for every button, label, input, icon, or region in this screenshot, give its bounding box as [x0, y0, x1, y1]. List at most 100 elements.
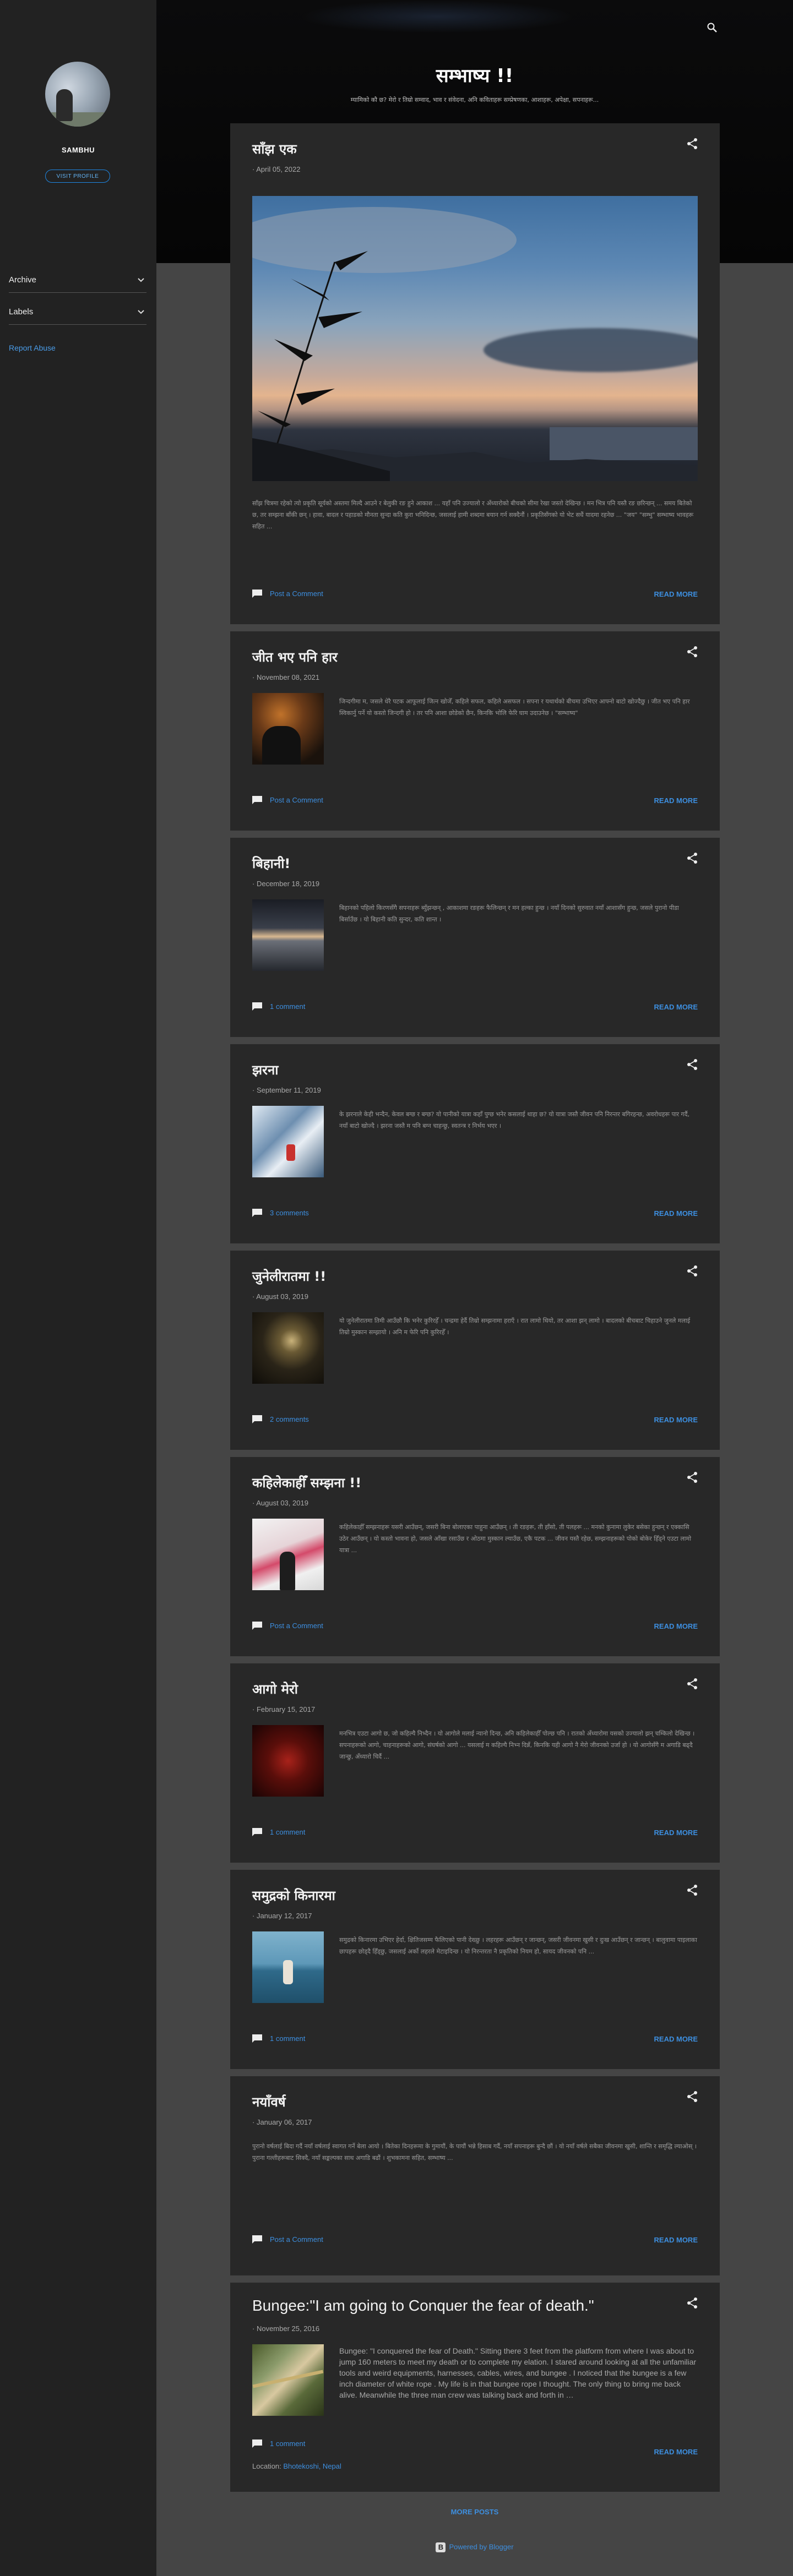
location-link[interactable]: Bhotekoshi, Nepal [283, 2462, 341, 2470]
read-more-link[interactable]: READ MORE [654, 1209, 698, 1218]
post-date[interactable]: · January 06, 2017 [252, 2118, 312, 2126]
location-label: Location: [252, 2462, 281, 2470]
comment-icon [252, 1002, 262, 1011]
comment-link[interactable]: 2 comments [252, 1415, 309, 1424]
comment-icon [252, 1415, 262, 1424]
read-more-link[interactable]: READ MORE [654, 1622, 698, 1630]
post-date[interactable]: · August 03, 2019 [252, 1292, 308, 1301]
post-date[interactable]: · April 05, 2022 [252, 165, 300, 173]
share-icon[interactable] [687, 138, 698, 150]
post-title[interactable]: झरना [252, 1061, 279, 1079]
archive-widget[interactable]: Archive [9, 269, 146, 293]
post-thumbnail[interactable] [252, 693, 324, 765]
read-more-link[interactable]: READ MORE [654, 1416, 698, 1424]
post-thumbnail[interactable] [252, 899, 324, 971]
chevron-down-icon[interactable] [137, 307, 145, 316]
share-icon[interactable] [687, 1265, 698, 1277]
post-title[interactable]: कहिलेकाहीँ सम्झना !! [252, 1473, 361, 1492]
post-snippet: बिहानको पहिलो किरणसँगै सपनाहरू ब्युँझन्छ… [339, 904, 679, 923]
post-card: झरना · September 11, 2019 के झरनाले केही… [230, 1044, 720, 1243]
comment-icon [252, 1828, 262, 1837]
post-snippet: के झरनाले केही भन्दैन, केवल बग्छ र बग्छ?… [339, 1111, 690, 1129]
post-thumbnail[interactable] [252, 1725, 324, 1797]
archive-label: Archive [9, 275, 37, 285]
post-thumbnail[interactable] [252, 2344, 324, 2416]
post-title[interactable]: समुद्रको किनारमा [252, 1886, 335, 1904]
read-more-link[interactable]: READ MORE [654, 2236, 698, 2244]
profile-avatar[interactable] [45, 62, 110, 127]
post-thumbnail[interactable] [252, 1106, 324, 1177]
comment-link[interactable]: 1 comment [252, 1827, 305, 1837]
post-thumbnail[interactable] [252, 1312, 324, 1384]
post-date[interactable]: · November 25, 2016 [252, 2324, 319, 2333]
blogger-icon: B [436, 2542, 446, 2552]
post-title[interactable]: आगो मेरो [252, 1680, 298, 1698]
post-card: जीत भए पनि हार · November 08, 2021 जिन्द… [230, 631, 720, 831]
read-more-link[interactable]: READ MORE [654, 1003, 698, 1011]
report-abuse-link[interactable]: Report Abuse [9, 343, 56, 352]
search-icon[interactable] [707, 22, 718, 33]
blog-title[interactable]: सम्भाष्य !! [156, 62, 793, 88]
chevron-down-icon[interactable] [137, 275, 145, 284]
read-more-link[interactable]: READ MORE [654, 2448, 698, 2456]
more-posts-link[interactable]: MORE POSTS [156, 2508, 793, 2516]
comment-link[interactable]: 1 comment [252, 1002, 305, 1011]
post-thumbnail[interactable] [252, 1519, 324, 1590]
post-title[interactable]: नयाँवर्ष [252, 2093, 286, 2111]
post-title[interactable]: साँझ एक [252, 140, 297, 158]
post-snippet: पुरानो वर्षलाई बिदा गर्दै नयाँ वर्षलाई स… [252, 2143, 697, 2162]
share-icon[interactable] [687, 1471, 698, 1483]
comment-icon [252, 590, 262, 598]
post-title[interactable]: जुनेलीरातमा !! [252, 1267, 326, 1285]
comment-icon [252, 796, 262, 805]
comment-link[interactable]: Post a Comment [252, 795, 323, 805]
share-icon[interactable] [687, 646, 698, 658]
post-card: Bungee:"I am going to Conquer the fear o… [230, 2283, 720, 2492]
read-more-link[interactable]: READ MORE [654, 1829, 698, 1837]
share-icon[interactable] [687, 1058, 698, 1071]
profile-name[interactable]: SAMBHU [0, 146, 156, 154]
post-card: साँझ एक · April 05, 2022 साँझ चित्रमा रह… [230, 123, 720, 624]
comment-link[interactable]: 1 comment [252, 2439, 305, 2448]
comment-link[interactable]: Post a Comment [252, 2235, 323, 2244]
post-title[interactable]: बिहानी! [252, 854, 290, 872]
post-hero-image[interactable] [252, 196, 698, 481]
sidebar: SAMBHU VISIT PROFILE Archive Labels Repo… [0, 0, 156, 2576]
post-snippet: जिन्दगीमा म, जसले धेरै पटक आफूलाई जित्न … [339, 698, 690, 717]
share-icon[interactable] [687, 1678, 698, 1690]
post-location: Location: Bhotekoshi, Nepal [252, 2462, 341, 2470]
post-date[interactable]: · February 15, 2017 [252, 1705, 315, 1713]
comment-link[interactable]: Post a Comment [252, 589, 323, 598]
post-date[interactable]: · December 18, 2019 [252, 880, 319, 888]
share-icon[interactable] [687, 852, 698, 864]
read-more-link[interactable]: READ MORE [654, 590, 698, 598]
post-title[interactable]: Bungee:"I am going to Conquer the fear o… [252, 2297, 594, 2315]
labels-widget[interactable]: Labels [9, 301, 146, 325]
share-icon[interactable] [687, 1884, 698, 1896]
comment-icon [252, 2034, 262, 2043]
post-snippet: समुद्रको किनारमा उभिएर हेर्दा, क्षितिजसम… [339, 1936, 697, 1955]
post-snippet: Bungee: "I conquered the fear of Death."… [339, 2346, 697, 2399]
share-icon[interactable] [687, 2091, 698, 2103]
comment-link[interactable]: 1 comment [252, 2034, 305, 2043]
post-thumbnail[interactable] [252, 1931, 324, 2003]
post-date[interactable]: · November 08, 2021 [252, 673, 319, 681]
post-snippet: मनभित्र एउटा आगो छ, जो कहिल्यै निभ्दैन ।… [339, 1730, 695, 1760]
post-date[interactable]: · January 12, 2017 [252, 1912, 312, 1920]
read-more-link[interactable]: READ MORE [654, 796, 698, 805]
post-date[interactable]: · September 11, 2019 [252, 1086, 321, 1094]
post-date[interactable]: · August 03, 2019 [252, 1499, 308, 1507]
post-card: नयाँवर्ष · January 06, 2017 पुरानो वर्षल… [230, 2076, 720, 2275]
comment-link[interactable]: Post a Comment [252, 1621, 323, 1630]
visit-profile-button[interactable]: VISIT PROFILE [45, 170, 110, 183]
powered-by-blogger[interactable]: B Powered by Blogger [156, 2542, 793, 2552]
comment-icon [252, 1209, 262, 1218]
comment-link[interactable]: 3 comments [252, 1208, 309, 1218]
post-card: बिहानी! · December 18, 2019 बिहानको पहिल… [230, 838, 720, 1037]
labels-label: Labels [9, 307, 34, 316]
read-more-link[interactable]: READ MORE [654, 2035, 698, 2043]
post-card: जुनेलीरातमा !! · August 03, 2019 यो जुने… [230, 1251, 720, 1450]
post-title[interactable]: जीत भए पनि हार [252, 648, 338, 666]
post-snippet: कहिलेकाहीँ सम्झनाहरू यसरी आउँछन्, जसरी ब… [339, 1524, 692, 1554]
share-icon[interactable] [687, 2297, 698, 2309]
